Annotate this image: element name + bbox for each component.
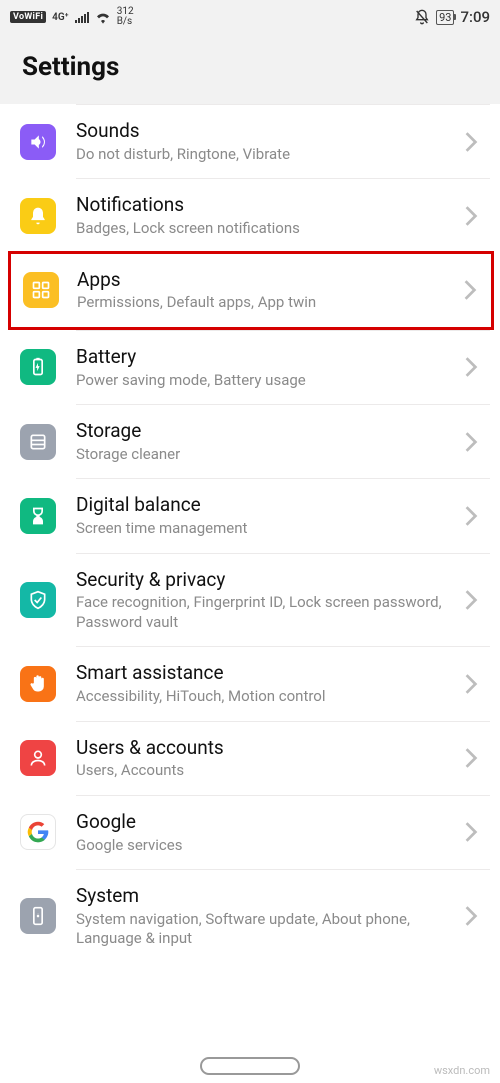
status-bar: VoWiFi 4G⁺ 312B/s 93 7:09 — [0, 0, 500, 34]
battery-icon — [20, 349, 56, 385]
item-title: Storage — [76, 419, 464, 443]
shield-icon — [20, 582, 56, 618]
item-title: Smart assistance — [76, 661, 464, 685]
item-subtitle: Users, Accounts — [76, 761, 464, 781]
item-title: System — [76, 884, 464, 908]
chevron-right-icon — [464, 905, 486, 927]
chevron-right-icon — [464, 431, 486, 453]
settings-item-notifications[interactable]: Notifications Badges, Lock screen notifi… — [0, 179, 500, 252]
battery-indicator: 93 — [436, 10, 454, 25]
settings-item-security[interactable]: Security & privacy Face recognition, Fin… — [0, 554, 500, 647]
wifi-icon — [95, 10, 111, 24]
item-subtitle: Face recognition, Fingerprint ID, Lock s… — [76, 593, 464, 632]
item-title: Users & accounts — [76, 736, 464, 760]
item-title: Security & privacy — [76, 568, 464, 592]
settings-item-system[interactable]: i System System navigation, Software upd… — [0, 870, 500, 963]
item-title: Digital balance — [76, 493, 464, 517]
system-icon: i — [20, 898, 56, 934]
nav-pill-icon — [200, 1057, 300, 1075]
item-title: Apps — [77, 268, 463, 292]
hand-icon — [20, 666, 56, 702]
chevron-right-icon — [464, 821, 486, 843]
chevron-right-icon — [464, 356, 486, 378]
network-speed: 312B/s — [117, 7, 134, 27]
settings-item-apps[interactable]: Apps Permissions, Default apps, App twin — [11, 254, 491, 327]
clock: 7:09 — [460, 8, 490, 26]
item-subtitle: Power saving mode, Battery usage — [76, 371, 464, 391]
page-title: Settings — [22, 52, 478, 82]
item-subtitle: Google services — [76, 836, 464, 856]
notifications-icon — [20, 198, 56, 234]
watermark: wsxdn.com — [434, 1064, 490, 1077]
item-subtitle: Do not disturb, Ringtone, Vibrate — [76, 145, 464, 165]
page-header: Settings — [0, 34, 500, 104]
item-title: Notifications — [76, 193, 464, 217]
svg-text:i: i — [37, 914, 38, 920]
chevron-right-icon — [464, 747, 486, 769]
settings-item-sounds[interactable]: Sounds Do not disturb, Ringtone, Vibrate — [0, 105, 500, 178]
vowifi-badge: VoWiFi — [10, 11, 46, 23]
google-icon — [20, 814, 56, 850]
settings-item-battery[interactable]: Battery Power saving mode, Battery usage — [0, 331, 500, 404]
digital-balance-icon — [20, 498, 56, 534]
item-title: Sounds — [76, 119, 464, 143]
item-subtitle: Permissions, Default apps, App twin — [77, 293, 463, 313]
sounds-icon — [20, 124, 56, 160]
item-subtitle: Storage cleaner — [76, 445, 464, 465]
item-title: Battery — [76, 345, 464, 369]
settings-item-storage[interactable]: Storage Storage cleaner — [0, 405, 500, 478]
item-subtitle: System navigation, Software update, Abou… — [76, 910, 464, 949]
settings-item-google[interactable]: Google Google services — [0, 796, 500, 869]
chevron-right-icon — [464, 131, 486, 153]
cellular-signal-icon — [75, 11, 89, 23]
item-subtitle: Accessibility, HiTouch, Motion control — [76, 687, 464, 707]
storage-icon — [20, 424, 56, 460]
item-subtitle: Screen time management — [76, 519, 464, 539]
gesture-nav-bar[interactable] — [0, 1057, 500, 1075]
apps-icon — [23, 272, 59, 308]
mute-icon — [414, 9, 430, 25]
chevron-right-icon — [464, 589, 486, 611]
chevron-right-icon — [463, 279, 485, 301]
user-icon — [20, 740, 56, 776]
chevron-right-icon — [464, 205, 486, 227]
chevron-right-icon — [464, 673, 486, 695]
network-4g: 4G⁺ — [52, 12, 69, 23]
settings-list: Sounds Do not disturb, Ringtone, Vibrate… — [0, 104, 500, 963]
highlight-box: Apps Permissions, Default apps, App twin — [8, 251, 494, 330]
settings-item-smart-assistance[interactable]: Smart assistance Accessibility, HiTouch,… — [0, 647, 500, 720]
item-subtitle: Badges, Lock screen notifications — [76, 219, 464, 239]
settings-item-users[interactable]: Users & accounts Users, Accounts — [0, 722, 500, 795]
settings-item-digital-balance[interactable]: Digital balance Screen time management — [0, 479, 500, 552]
item-title: Google — [76, 810, 464, 834]
chevron-right-icon — [464, 505, 486, 527]
